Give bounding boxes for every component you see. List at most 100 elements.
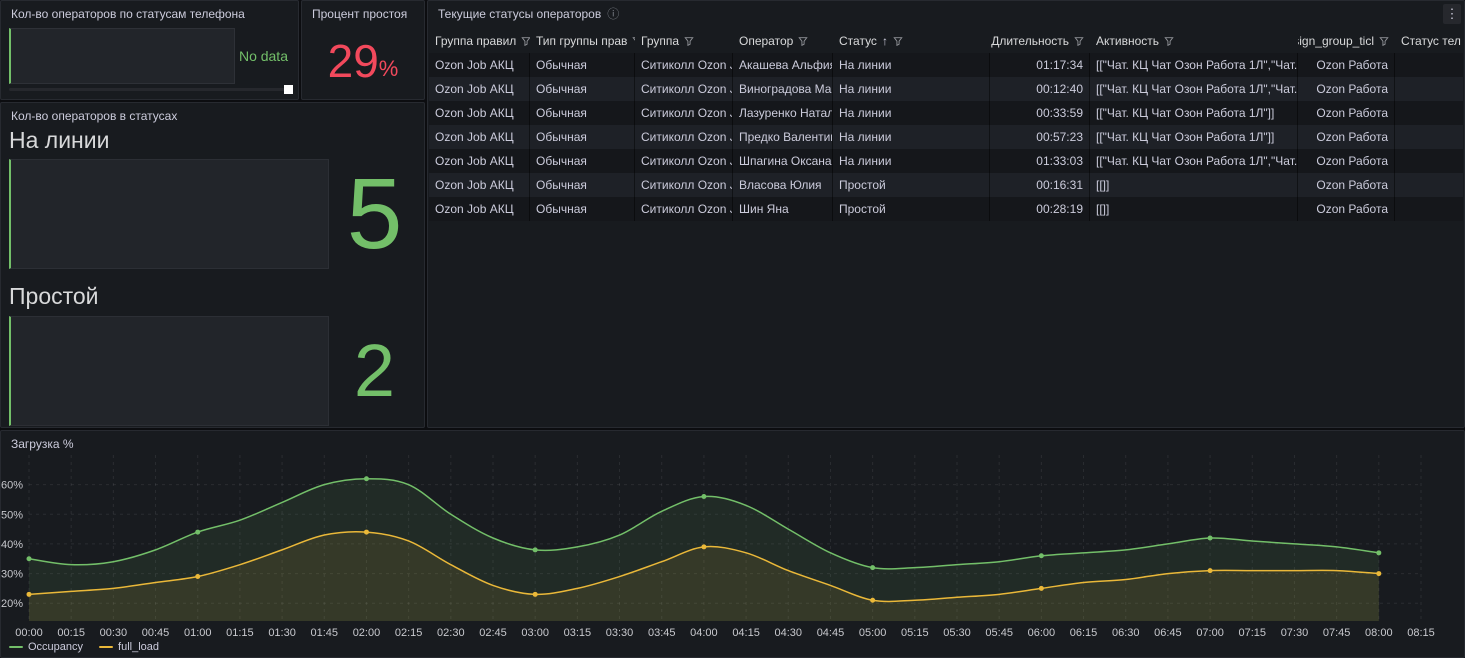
operators-table: Группа правил Тип группы прав Группа Операт… xyxy=(429,29,1463,221)
table-cell: Ozon Работа xyxy=(1298,197,1395,221)
table-cell: [[]] xyxy=(1090,197,1298,221)
legend-item-occupancy[interactable]: Occupancy xyxy=(9,641,83,653)
table-cell: Ozon Job АКЦ xyxy=(429,53,530,77)
stat-label-online: На линии xyxy=(9,127,424,153)
filter-icon[interactable] xyxy=(684,36,694,46)
svg-text:07:00: 07:00 xyxy=(1196,627,1224,639)
svg-text:01:00: 01:00 xyxy=(184,627,212,639)
load-chart[interactable]: 00:0000:1500:3000:4501:0001:1501:3001:45… xyxy=(1,453,1464,653)
table-row-1[interactable]: Ozon Job АКЦОбычнаяСитиколл Ozon JobАкаш… xyxy=(429,53,1463,77)
filter-icon[interactable] xyxy=(521,36,530,46)
table-cell: [["Чат. КЦ Чат Озон Работа 1Л"]] xyxy=(1090,125,1298,149)
column-header-4[interactable]: Оператор xyxy=(733,29,833,53)
svg-text:05:15: 05:15 xyxy=(901,627,929,639)
sparkline-area xyxy=(9,159,329,269)
svg-text:50%: 50% xyxy=(1,509,23,521)
column-header-5[interactable]: Статус ↑ xyxy=(833,29,990,53)
filter-icon[interactable] xyxy=(798,36,808,46)
filter-icon[interactable] xyxy=(632,36,635,46)
table-row-2[interactable]: Ozon Job АКЦОбычнаяСитиколл Ozon JobВино… xyxy=(429,77,1463,101)
column-header-3[interactable]: Группа xyxy=(635,29,733,53)
legend-item-full-load[interactable]: full_load xyxy=(99,641,159,653)
table-cell: На линии xyxy=(833,125,990,149)
filter-icon[interactable] xyxy=(1164,36,1174,46)
table-cell: [["Чат. КЦ Чат Озон Работа 1Л","Чат. КЦ … xyxy=(1090,149,1298,173)
column-label: Группа xyxy=(641,34,679,48)
svg-text:04:15: 04:15 xyxy=(732,627,760,639)
table-cell: 00:33:59 xyxy=(990,101,1090,125)
svg-text:07:30: 07:30 xyxy=(1281,627,1309,639)
column-header-8[interactable]: assign_group_ticl xyxy=(1298,29,1395,53)
table-cell: Ситиколл Ozon Job xyxy=(635,101,733,125)
table-cell: На линии xyxy=(833,53,990,77)
table-cell: Ситиколл Ozon Job xyxy=(635,149,733,173)
table-cell: Ситиколл Ozon Job xyxy=(635,125,733,149)
table-cell: Ozon Job АКЦ xyxy=(429,77,530,101)
svg-text:00:15: 00:15 xyxy=(57,627,85,639)
table-cell: Ozon Job АКЦ xyxy=(429,101,530,125)
table-cell: [["Чат. КЦ Чат Озон Работа 1Л","Чат. КЦ … xyxy=(1090,53,1298,77)
column-label: Тип группы прав xyxy=(536,34,627,48)
column-label: Статус тел xyxy=(1401,34,1461,48)
table-row-4[interactable]: Ozon Job АКЦОбычнаяСитиколл Ozon JobПред… xyxy=(429,125,1463,149)
svg-text:04:30: 04:30 xyxy=(775,627,803,639)
panel-title-load-chart: Загрузка % xyxy=(11,437,74,451)
svg-text:04:45: 04:45 xyxy=(817,627,845,639)
svg-text:04:00: 04:00 xyxy=(690,627,718,639)
svg-text:03:30: 03:30 xyxy=(606,627,634,639)
table-cell: Обычная xyxy=(530,77,635,101)
horizontal-scrollbar[interactable] xyxy=(9,88,285,91)
stat-value-online: 5 xyxy=(329,169,420,259)
svg-text:05:30: 05:30 xyxy=(943,627,971,639)
table-cell: Ozon Работа xyxy=(1298,101,1395,125)
column-header-6[interactable]: Длительность xyxy=(990,29,1090,53)
legend-swatch-occupancy xyxy=(9,646,23,648)
table-cell: Ozon Работа xyxy=(1298,77,1395,101)
table-header-row: Группа правил Тип группы прав Группа Операт… xyxy=(429,29,1463,53)
filter-icon[interactable] xyxy=(1379,36,1389,46)
info-icon[interactable]: ⓘ xyxy=(607,8,619,20)
sort-asc-icon: ↑ xyxy=(882,34,888,48)
legend-swatch-full-load xyxy=(99,646,113,648)
svg-text:02:30: 02:30 xyxy=(437,627,465,639)
column-header-7[interactable]: Активность xyxy=(1090,29,1298,53)
scrollbar-thumb[interactable] xyxy=(284,85,293,94)
table-cell: Обычная xyxy=(530,53,635,77)
svg-text:00:45: 00:45 xyxy=(142,627,170,639)
table-cell: Ozon Работа xyxy=(1298,173,1395,197)
panel-title-phone-status: Кол-во операторов по статусам телефона xyxy=(11,7,245,21)
table-cell: Ozon Job АКЦ xyxy=(429,197,530,221)
column-label: Статус xyxy=(839,34,877,48)
table-row-5[interactable]: Ozon Job АКЦОбычнаяСитиколл Ozon JobШпаг… xyxy=(429,149,1463,173)
svg-text:06:00: 06:00 xyxy=(1028,627,1056,639)
svg-text:40%: 40% xyxy=(1,539,23,551)
filter-icon[interactable] xyxy=(893,36,903,46)
sparkline-area xyxy=(9,316,329,426)
table-cell: Ситиколл Ozon Job xyxy=(635,53,733,77)
table-cell: Лазуренко Наталья xyxy=(733,101,833,125)
column-header-1[interactable]: Группа правил xyxy=(429,29,530,53)
table-cell: 00:12:40 xyxy=(990,77,1090,101)
panel-status-counts: Кол-во операторов в статусах На линии 5 … xyxy=(0,102,425,428)
svg-text:02:15: 02:15 xyxy=(395,627,423,639)
svg-text:05:00: 05:00 xyxy=(859,627,887,639)
column-label: assign_group_ticl xyxy=(1298,34,1374,48)
panel-idle-percent: Процент простоя 29% xyxy=(301,0,425,100)
column-label: Активность xyxy=(1096,34,1159,48)
grafana-dashboard: Кол-во операторов по статусам телефона N… xyxy=(0,0,1465,658)
svg-text:01:30: 01:30 xyxy=(268,627,296,639)
table-cell: 00:28:19 xyxy=(990,197,1090,221)
table-row-7[interactable]: Ozon Job АКЦОбычнаяСитиколл Ozon JobШин … xyxy=(429,197,1463,221)
svg-text:08:00: 08:00 xyxy=(1365,627,1393,639)
table-row-6[interactable]: Ozon Job АКЦОбычнаяСитиколл Ozon JobВлас… xyxy=(429,173,1463,197)
panel-menu-button[interactable]: ⋮ xyxy=(1443,4,1461,24)
svg-text:08:15: 08:15 xyxy=(1407,627,1435,639)
table-cell: 00:57:23 xyxy=(990,125,1090,149)
stat-label-idle: Простой xyxy=(9,283,424,309)
svg-text:07:15: 07:15 xyxy=(1239,627,1267,639)
table-row-3[interactable]: Ozon Job АКЦОбычнаяСитиколл Ozon JobЛазу… xyxy=(429,101,1463,125)
table-cell: Обычная xyxy=(530,197,635,221)
column-header-2[interactable]: Тип группы прав xyxy=(530,29,635,53)
filter-icon[interactable] xyxy=(1074,36,1084,46)
column-header-9[interactable]: Статус тел xyxy=(1395,29,1463,53)
